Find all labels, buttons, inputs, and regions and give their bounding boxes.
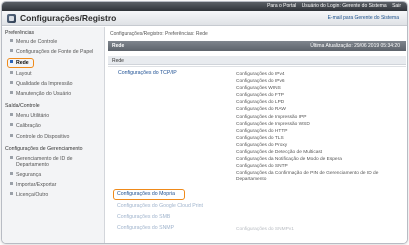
bullet-icon — [10, 192, 13, 195]
sidebar-item-paper-source[interactable]: Configurações de Fonte de Papel — [10, 49, 93, 55]
bullet-icon — [10, 113, 13, 116]
bullet-icon — [10, 49, 13, 52]
tcpip-settings-link[interactable]: Configurações do TCP/IP — [118, 70, 177, 76]
bullet-icon — [10, 156, 13, 159]
mopria-highlight — [113, 189, 185, 200]
sidebar-item-utility-menu[interactable]: Menu Utilitário — [10, 113, 49, 119]
sidebar-item-user-maintenance[interactable]: Manutenção do Usuário — [10, 91, 71, 97]
tcpip-subitem: Configurações do FTP — [236, 93, 284, 98]
network-header-bar: Rede Última Atualização: 29/06 2019 05:3… — [108, 41, 406, 51]
sidebar-section-output: Saída/Controle — [5, 103, 40, 109]
smb-settings-link[interactable]: Configurações do SMB — [117, 214, 170, 220]
tcpip-subitem: Configurações da Confirmação de PIN de G… — [236, 171, 379, 176]
tcpip-subitem: Configurações do IPv4 — [236, 72, 285, 77]
section-header-title: Rede — [112, 57, 124, 64]
last-update: Última Atualização: 29/06 2019 05:34:20 — [310, 43, 400, 49]
bullet-icon — [10, 172, 13, 175]
sidebar-item-layout[interactable]: Layout — [10, 71, 32, 77]
tcpip-subitem: Configurações do SNTP — [236, 164, 288, 169]
tcpip-subitem: Configurações do RAW — [236, 107, 286, 112]
sidebar-item-license[interactable]: Licença/Outro — [10, 192, 48, 198]
bullet-icon — [10, 182, 13, 185]
breadcrumb: Configurações/Registro: Preferências: Re… — [110, 31, 208, 37]
bullet-icon — [10, 81, 13, 84]
section-header: Rede — [108, 56, 406, 65]
tcpip-subitem: Configurações de Impressão WSD — [236, 122, 310, 127]
sidebar-item-device-control[interactable]: Controle do Dispositivo — [10, 134, 69, 140]
snmp-settings-link[interactable]: Configurações do SNMP — [117, 225, 174, 231]
browser-frame: Para o Portal Usuário do Login: Gerente … — [1, 1, 408, 244]
title-bar: Configurações/Registro E-mail para Geren… — [2, 11, 407, 26]
logout-link[interactable]: Sair — [392, 3, 401, 9]
divider — [108, 66, 406, 67]
settings-logo-icon — [7, 14, 16, 23]
tcpip-subitem: Configurações do IPv6 — [236, 79, 285, 84]
sidebar-item-import-export[interactable]: Importar/Exportar — [10, 182, 56, 188]
bullet-icon — [10, 134, 13, 137]
tcpip-subitem: Departamento — [236, 177, 267, 182]
tcpip-subitem: Configurações do LPD — [236, 100, 285, 105]
user-info: Usuário do Login: Gerente do Sistema — [301, 3, 387, 9]
mail-admin-link[interactable]: E-mail para Gerente do Sistema — [328, 15, 399, 21]
tcpip-subitem: Configurações do HTTP — [236, 129, 288, 134]
page-title: Configurações/Registro — [20, 13, 117, 23]
tcpip-subitem: Configurações da Notificação de Modo de … — [236, 157, 342, 162]
tcpip-subitem: Configurações de Impressão IPP — [236, 115, 307, 120]
sidebar-section-management: Configurações de Gerenciamento — [5, 146, 83, 152]
top-bar: Para o Portal Usuário do Login: Gerente … — [2, 2, 407, 11]
bullet-icon — [10, 71, 13, 74]
sidebar-item-print-quality[interactable]: Qualidade da Impressão — [10, 81, 73, 87]
bullet-icon — [10, 91, 13, 94]
portal-link[interactable]: Para o Portal — [267, 3, 296, 9]
sidebar: Preferências Menu de Controle Configuraç… — [2, 27, 105, 243]
sidebar-item-control-menu[interactable]: Menu de Controle — [10, 39, 57, 45]
cloud-print-settings-link[interactable]: Configurações do Google Cloud Print — [117, 203, 203, 209]
tcpip-subitem: Configurações do Proxy — [236, 143, 288, 148]
bullet-icon — [10, 123, 13, 126]
network-highlight — [7, 58, 34, 68]
tcpip-subitem: Configurações do TLS — [236, 136, 284, 141]
main-content: Configurações/Registro: Preferências: Re… — [106, 27, 407, 243]
sidebar-item-security[interactable]: Segurança — [10, 172, 41, 178]
sidebar-section-preferences: Preferências — [5, 30, 35, 36]
snmp-subitem: Configurações do SNMPv1 — [236, 227, 294, 232]
tcpip-subitem: Configurações de Detecção de Multicast — [236, 150, 323, 155]
sidebar-item-calibration[interactable]: Calibração — [10, 123, 41, 129]
sidebar-item-dept-id-line2[interactable]: Departamento — [16, 162, 49, 168]
network-header-title: Rede — [112, 43, 125, 49]
tcpip-subitem: Configurações WINS — [236, 86, 281, 91]
bullet-icon — [10, 39, 13, 42]
